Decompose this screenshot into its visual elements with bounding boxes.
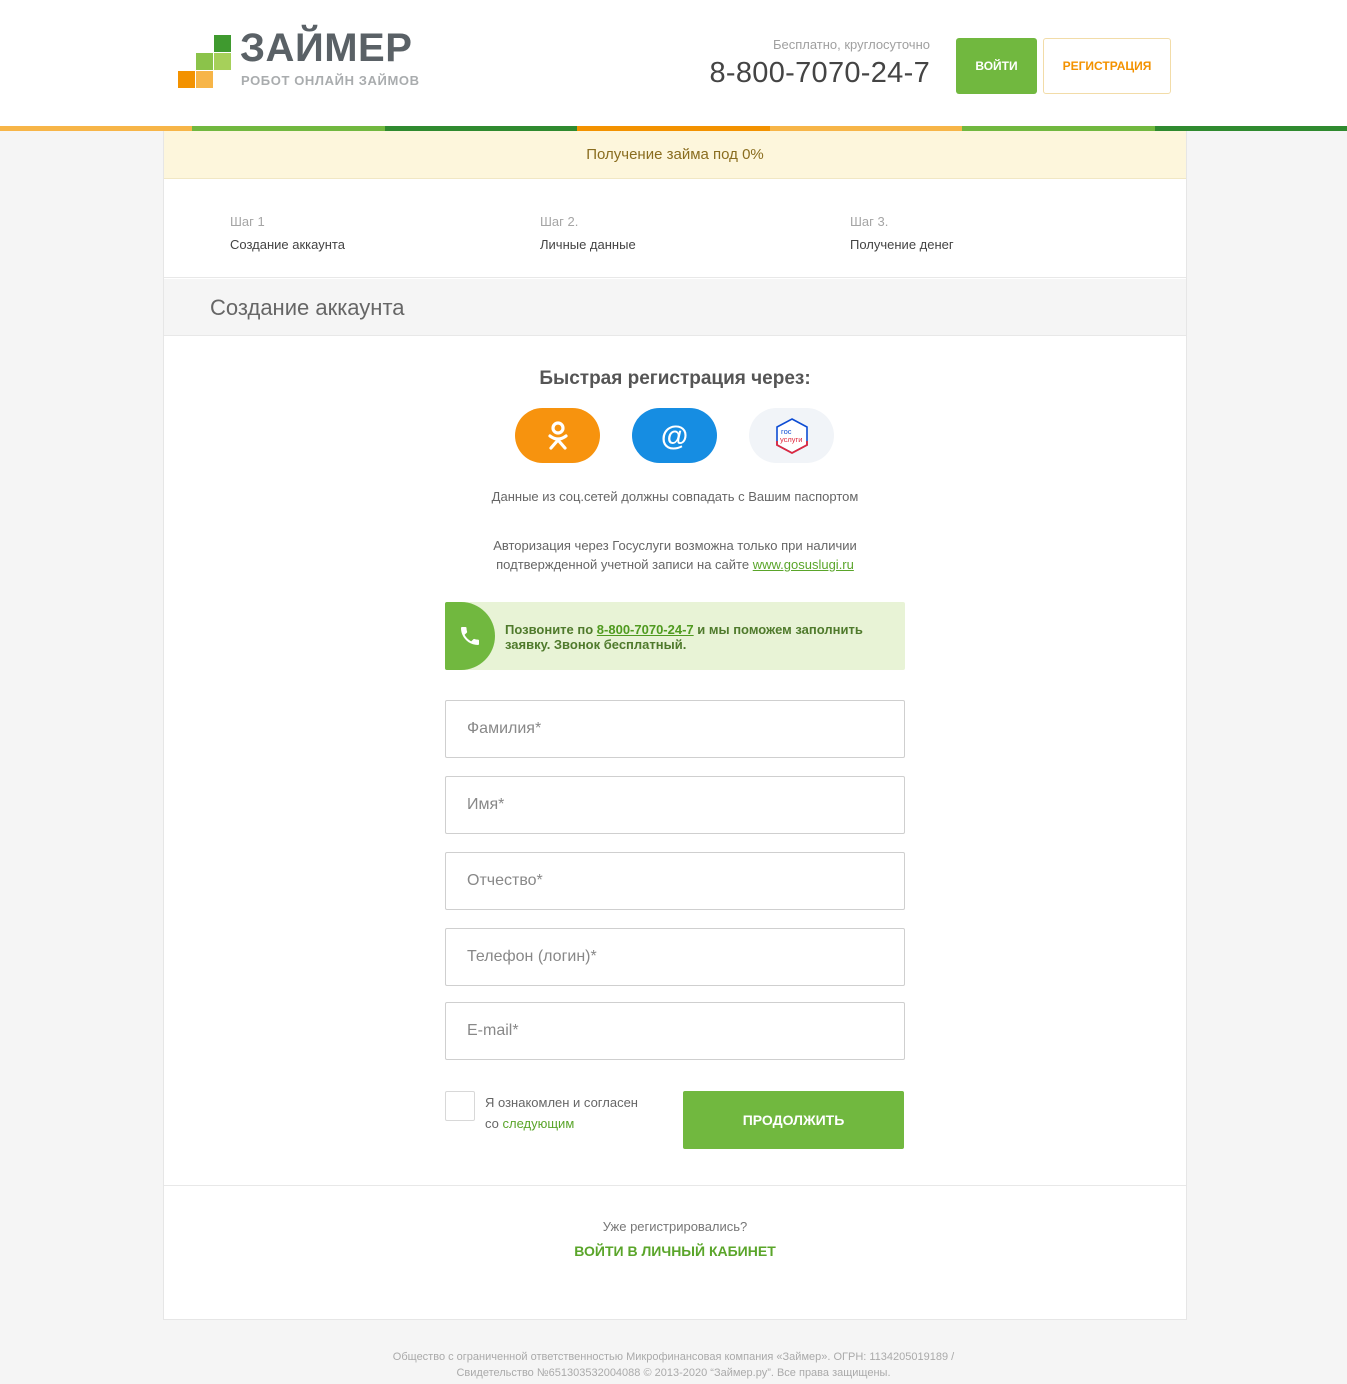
call-help-box: Позвоните по 8-800-7070-24-7 и мы поможе… (445, 602, 905, 670)
callbox-text-before: Позвоните по (505, 622, 597, 637)
registration-card: Получение займа под 0% Шаг 1 Создание ак… (163, 131, 1187, 1320)
at-icon: @ (660, 419, 689, 451)
header-phone-number[interactable]: 8-800-7070-24-7 (690, 55, 930, 91)
agree-text-line1: Я ознакомлен и согласен (485, 1095, 638, 1110)
quick-registration-title: Быстрая регистрация через: (539, 368, 811, 389)
callbox-phone-link[interactable]: 8-800-7070-24-7 (597, 622, 694, 637)
cabinet-login-link[interactable]: ВОЙТИ В ЛИЧНЫЙ КАБИНЕТ (164, 1242, 1186, 1260)
already-registered-text: Уже регистрировались? (602, 1219, 748, 1234)
last-name-field[interactable] (445, 700, 905, 758)
section-header: Создание аккаунта (164, 279, 1186, 336)
last-name-input[interactable] (446, 701, 904, 757)
phone-input[interactable] (446, 929, 904, 985)
logo-subtitle: РОБОТ ОНЛАЙН ЗАЙМОВ (241, 73, 420, 88)
social-match-note: Данные из соц.сетей должны совпадать с В… (491, 489, 859, 504)
agree-checkbox[interactable] (445, 1091, 475, 1121)
step-name: Личные данные (540, 237, 636, 252)
agree-terms-link[interactable]: следующим (503, 1116, 575, 1131)
site-header: ЗАЙМЕР РОБОТ ОНЛАЙН ЗАЙМОВ Бесплатно, кр… (0, 0, 1347, 126)
middle-name-field[interactable] (445, 852, 905, 910)
first-name-input[interactable] (446, 777, 904, 833)
divider (164, 1185, 1186, 1186)
step-name: Получение денег (850, 237, 954, 252)
footer: Общество с ограниченной ответственностью… (0, 1349, 1347, 1381)
logo-mark-icon (178, 35, 232, 89)
step-number: Шаг 2. (540, 214, 579, 229)
step-number: Шаг 3. (850, 214, 889, 229)
step-number: Шаг 1 (230, 214, 265, 229)
steps-bar: Шаг 1 Создание аккаунта Шаг 2. Личные да… (164, 179, 1186, 278)
gosuslugi-note: Авторизация через Госуслуги возможна тол… (164, 536, 1186, 574)
logo[interactable]: ЗАЙМЕР РОБОТ ОНЛАЙН ЗАЙМОВ (178, 26, 438, 92)
callbox-badge (445, 602, 495, 670)
gosuslugi-link[interactable]: www.gosuslugi.ru (753, 557, 854, 572)
gosuslugi-note-line1: Авторизация через Госуслуги возможна тол… (493, 538, 857, 553)
step-name: Создание аккаунта (230, 237, 345, 252)
middle-name-input[interactable] (446, 853, 904, 909)
email-input[interactable] (446, 1003, 904, 1059)
phone-hint: Бесплатно, круглосуточно (772, 37, 930, 52)
step-1: Шаг 1 Создание аккаунта (230, 214, 490, 253)
register-button[interactable]: РЕГИСТРАЦИЯ (1043, 38, 1171, 94)
gosuslugi-note-line2: подтвержденной учетной записи на сайте (496, 557, 753, 572)
promo-banner: Получение займа под 0% (164, 131, 1186, 179)
login-button[interactable]: ВОЙТИ (956, 38, 1037, 94)
gosuslugi-logo-text-2: услуги (780, 435, 802, 444)
continue-button[interactable]: ПРОДОЛЖИТЬ (683, 1091, 904, 1149)
first-name-field[interactable] (445, 776, 905, 834)
gosuslugi-icon: гос услуги (775, 417, 808, 454)
step-2: Шаг 2. Личные данные (540, 214, 800, 253)
footer-line1: Общество с ограниченной ответственностью… (392, 1351, 955, 1363)
step-3: Шаг 3. Получение денег (850, 214, 1110, 253)
odnoklassniki-login-button[interactable] (515, 408, 600, 463)
footer-line2: Свидетельство №651303532004088 © 2013-20… (456, 1367, 891, 1379)
agree-label: Я ознакомлен и согласен со следующим (485, 1092, 675, 1134)
gosuslugi-login-button[interactable]: гос услуги (749, 408, 834, 463)
email-field[interactable] (445, 1002, 905, 1060)
phone-field[interactable] (445, 928, 905, 986)
section-title: Создание аккаунта (210, 295, 405, 320)
header-phone-block: Бесплатно, круглосуточно 8-800-7070-24-7 (690, 36, 930, 91)
odnoklassniki-icon (547, 420, 568, 450)
logo-title: ЗАЙМЕР (240, 26, 413, 70)
callbox-text: Позвоните по 8-800-7070-24-7 и мы поможе… (505, 622, 895, 652)
mailru-login-button[interactable]: @ (632, 408, 717, 463)
agree-text-line2: со (485, 1116, 503, 1131)
phone-icon (461, 627, 479, 645)
